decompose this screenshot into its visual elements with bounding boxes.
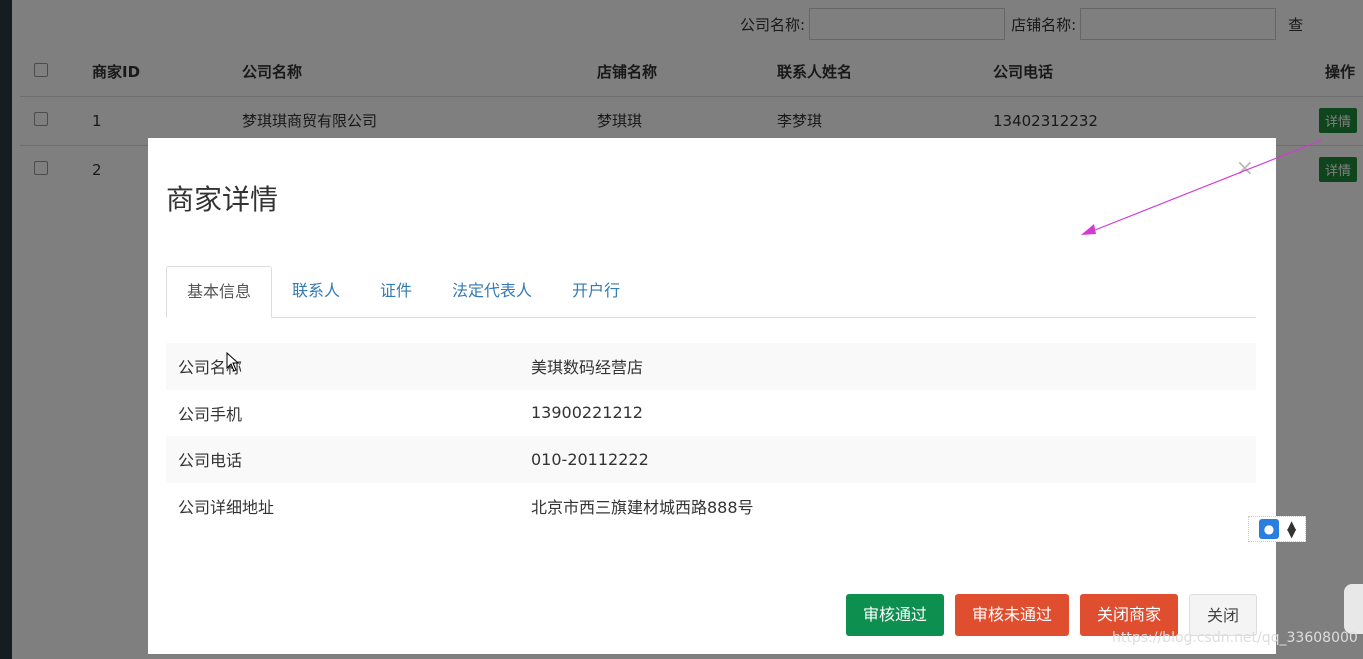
basic-info-table: 公司名称 美琪数码经营店 公司手机 13900221212 公司电话 010-2… bbox=[166, 343, 1256, 529]
approve-button[interactable]: 审核通过 bbox=[845, 594, 944, 636]
info-value: 13900221212 bbox=[531, 403, 643, 423]
info-row: 公司详细地址 北京市西三旗建材城西路888号 bbox=[166, 483, 1256, 530]
close-icon[interactable]: × bbox=[1236, 156, 1254, 181]
watermark: https://blog.csdn.net/qq_33608000 bbox=[1112, 630, 1358, 646]
modal-tabs: 基本信息 联系人 证件 法定代表人 开户行 bbox=[166, 266, 1256, 318]
contact-widget[interactable]: ● ▲ ▼ bbox=[1248, 516, 1306, 542]
mouse-cursor-icon bbox=[226, 352, 240, 372]
info-value: 010-20112222 bbox=[519, 436, 1256, 483]
tab-legal-representative[interactable]: 法定代表人 bbox=[432, 266, 552, 318]
modal-title: 商家详情 bbox=[166, 183, 279, 216]
info-value: 美琪数码经营店 bbox=[519, 343, 1256, 390]
side-scroll-handle[interactable] bbox=[1344, 584, 1363, 634]
info-key: 公司详细地址 bbox=[178, 497, 275, 517]
merchant-detail-modal: 商家详情 × 基本信息 联系人 证件 法定代表人 开户行 公司名称 美琪数码经营… bbox=[148, 138, 1276, 654]
info-key: 公司手机 bbox=[178, 404, 243, 424]
tab-basic-info[interactable]: 基本信息 bbox=[166, 266, 273, 318]
info-value: 北京市西三旗建材城西路888号 bbox=[531, 497, 754, 517]
info-key: 公司名称 bbox=[166, 343, 519, 390]
info-row: 公司名称 美琪数码经营店 bbox=[166, 343, 1256, 390]
tab-certificates[interactable]: 证件 bbox=[360, 266, 432, 318]
tab-contact[interactable]: 联系人 bbox=[272, 266, 360, 318]
tab-bank-account[interactable]: 开户行 bbox=[552, 266, 640, 318]
sort-updown-icon[interactable]: ▲ ▼ bbox=[1287, 519, 1296, 539]
contact-card-icon: ● bbox=[1259, 519, 1279, 539]
info-key: 公司电话 bbox=[166, 436, 519, 483]
info-row: 公司手机 13900221212 bbox=[166, 390, 1256, 437]
info-row: 公司电话 010-20112222 bbox=[166, 436, 1256, 483]
reject-button[interactable]: 审核未通过 bbox=[954, 594, 1069, 636]
